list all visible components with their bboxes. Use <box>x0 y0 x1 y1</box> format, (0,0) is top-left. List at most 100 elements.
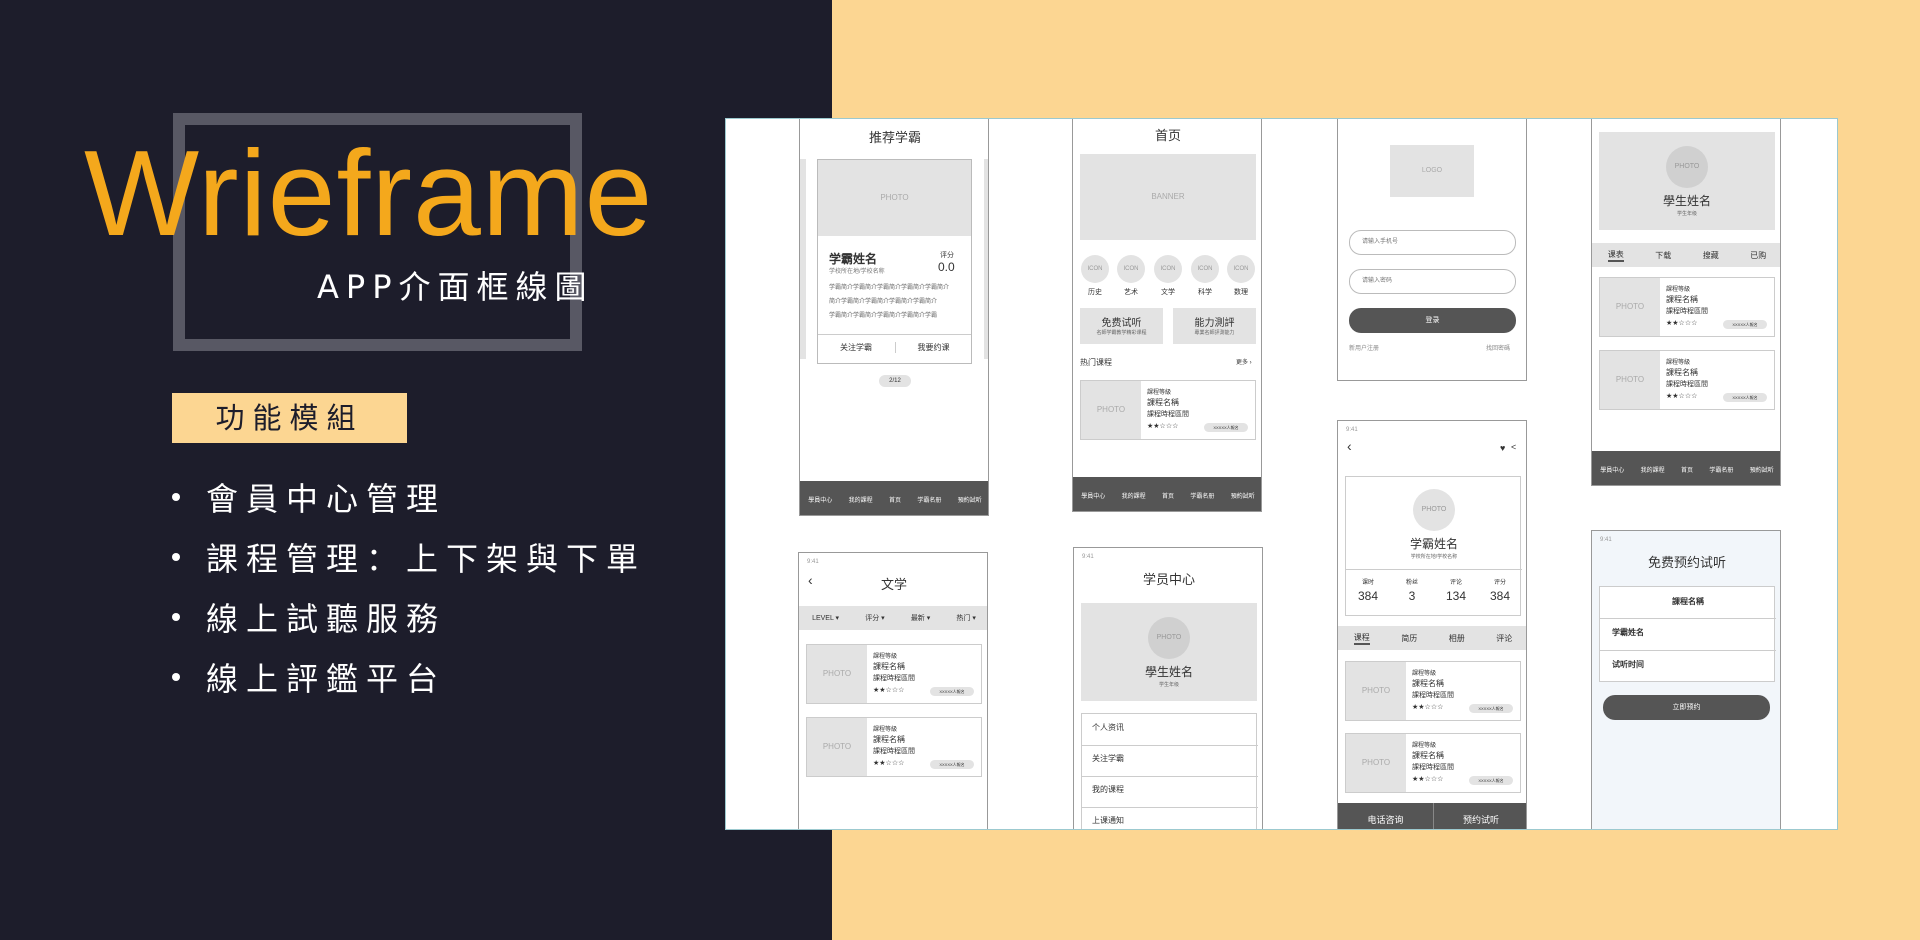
course-name-field[interactable]: 課程名稱 <box>1600 596 1776 607</box>
book-button[interactable]: 我要约课 <box>895 342 971 353</box>
course-card[interactable]: PHOTO 課程等級 課程名稱 課程時程區間 ★★☆☆☆ XXXXX人報名 <box>1599 277 1775 337</box>
tab-item[interactable]: 首页 <box>1681 465 1693 474</box>
screen-xueba-profile: 9:41 ‹ ♥ < PHOTO 学霸姓名 学校所在地/学校名称 课时 384 … <box>1337 420 1527 829</box>
call-button[interactable]: 电话咨询 <box>1338 803 1433 829</box>
tab-item[interactable]: 首页 <box>1162 491 1174 500</box>
screen-recommend: 推荐学霸 PHOTO 学霸姓名 学校所在地/学校名称 评分 0.0 学霸简介学霸… <box>799 119 989 516</box>
tab-bar: 學員中心 我的課程 首页 学霸名册 預約試听 <box>1592 451 1780 485</box>
tab-item[interactable]: 学霸名册 <box>1709 465 1733 474</box>
tab-album[interactable]: 相册 <box>1449 633 1465 644</box>
screen-title: 学员中心 <box>1142 572 1195 587</box>
category-icon[interactable]: ICON <box>1117 255 1145 283</box>
course-name: 課程名稱 <box>1412 751 1444 760</box>
bullet-icon <box>172 493 180 501</box>
tab-item[interactable]: 我的課程 <box>849 495 873 504</box>
phone-input[interactable]: 请输入手机号 <box>1349 230 1516 255</box>
divider <box>1082 776 1258 777</box>
screen-student: PHOTO 學生姓名 学生年级 课表 下载 搜藏 已购 PHOTO 課程等級 課… <box>1591 119 1781 486</box>
side-card-left <box>800 159 806 359</box>
avatar: PHOTO <box>1148 617 1190 659</box>
tab-purchased[interactable]: 已购 <box>1750 250 1766 261</box>
category-icon[interactable]: ICON <box>1154 255 1182 283</box>
course-duration: 課程時程區間 <box>1412 764 1454 771</box>
menu-item-profile[interactable]: 个人资讯 <box>1092 722 1124 733</box>
photo-placeholder: PHOTO <box>1600 351 1660 409</box>
course-name: 課程名稱 <box>1666 295 1698 304</box>
photo-placeholder: PHOTO <box>1346 734 1406 792</box>
screen-title: 文学 <box>880 577 907 592</box>
xueba-name: 学霸姓名 <box>829 252 878 266</box>
book-trial-button[interactable]: 预约试听 <box>1433 803 1526 829</box>
tab-item[interactable]: 預約試听 <box>1750 465 1774 474</box>
category-icon[interactable]: ICON <box>1081 255 1109 283</box>
screen-literature: 9:41 ‹ 文学 LEVEL ▾ 评分 ▾ 最新 ▾ 热门 ▾ PHOTO 課… <box>798 552 988 829</box>
tab-download[interactable]: 下载 <box>1655 250 1671 261</box>
hero-title: Wrieframe <box>84 125 654 261</box>
category-icon[interactable]: ICON <box>1191 255 1219 283</box>
filter-level[interactable]: LEVEL ▾ <box>812 614 839 622</box>
course-card[interactable]: PHOTO 課程等級 課程名稱 課程時程區間 ★★☆☆☆ XXXXX人報名 <box>806 717 982 777</box>
screen-login: LOGO 请输入手机号 请输入密码 登录 新用户注册 找回密碼 <box>1337 119 1527 381</box>
free-trial-card[interactable]: 免费试听 名師学霸教学精彩课程 <box>1080 308 1163 344</box>
tab-item[interactable]: 我的課程 <box>1122 491 1146 500</box>
screen-title: 推荐学霸 <box>868 130 921 145</box>
tab-item[interactable]: 學員中心 <box>1600 465 1624 474</box>
filter-rating[interactable]: 评分 ▾ <box>865 613 884 623</box>
student-name: 學生姓名 <box>1662 194 1711 208</box>
bullet-icon <box>172 673 180 681</box>
menu-item-notify[interactable]: 上课通知 <box>1092 815 1124 826</box>
course-card[interactable]: PHOTO 課程等級 課程名稱 課程時程區間 ★★☆☆☆ XXXXX人報名 <box>1080 380 1256 440</box>
menu-item-follow[interactable]: 关注学霸 <box>1092 753 1124 764</box>
course-card[interactable]: PHOTO 課程等級 課程名稱 課程時程區間 ★★☆☆☆ XXXXX人報名 <box>806 644 982 704</box>
screen-member-center: 9:41 学员中心 PHOTO 學生姓名 学生年级 个人资讯 关注学霸 我的课程… <box>1073 547 1263 829</box>
login-button[interactable]: 登录 <box>1349 308 1516 333</box>
divider <box>1346 569 1522 570</box>
filter-latest[interactable]: 最新 ▾ <box>911 613 930 623</box>
screen-title: 首页 <box>1154 128 1181 143</box>
tab-courses[interactable]: 课程 <box>1353 632 1370 645</box>
register-link[interactable]: 新用户注册 <box>1349 343 1379 352</box>
share-icon[interactable]: < <box>1511 442 1516 452</box>
heart-icon[interactable]: ♥ <box>1500 443 1505 453</box>
follow-button[interactable]: 关注学霸 <box>818 342 894 353</box>
ability-sub: 專業名師評測能力 <box>1194 330 1235 336</box>
score-label: 评分 <box>940 252 954 259</box>
password-input[interactable]: 请输入密码 <box>1349 269 1516 294</box>
photo-placeholder: PHOTO <box>807 718 867 776</box>
tab-item[interactable]: 首页 <box>889 495 901 504</box>
submit-button[interactable]: 立即预约 <box>1603 695 1770 720</box>
tab-item[interactable]: 學員中心 <box>1081 491 1105 500</box>
category-label: 历史 <box>1088 289 1102 296</box>
tab-item[interactable]: 学霸名册 <box>917 495 941 504</box>
tab-item[interactable]: 学霸名册 <box>1190 491 1214 500</box>
more-link[interactable]: 更多 › <box>1236 357 1252 366</box>
filter-popular[interactable]: 热门 ▾ <box>956 613 975 623</box>
course-card[interactable]: PHOTO 課程等級 課程名稱 課程時程區間 ★★☆☆☆ XXXXX人報名 <box>1345 661 1521 721</box>
course-card[interactable]: PHOTO 課程等級 課程名稱 課程時程區間 ★★☆☆☆ XXXXX人報名 <box>1345 733 1521 793</box>
tab-favorites[interactable]: 搜藏 <box>1703 250 1719 261</box>
back-icon[interactable]: ‹ <box>1347 438 1352 454</box>
tab-resume[interactable]: 简历 <box>1401 633 1417 644</box>
feature-item: 會員中心管理 <box>172 476 646 536</box>
ability-card[interactable]: 能力測評 專業名師評測能力 <box>1173 308 1256 344</box>
xueba-name-field[interactable]: 学霸姓名 <box>1612 627 1644 638</box>
hot-courses-heading: 热门课程 <box>1080 358 1112 367</box>
category-label: 科学 <box>1198 289 1212 296</box>
category-icon[interactable]: ICON <box>1227 255 1255 283</box>
photo-placeholder: PHOTO <box>818 160 971 236</box>
tab-item[interactable]: 預約試听 <box>958 495 982 504</box>
tab-reviews[interactable]: 评论 <box>1496 633 1512 644</box>
course-name: 課程名稱 <box>1666 368 1698 377</box>
intro-line: 简介学霸简介学霸简介学霸简介学霸简介 <box>829 299 938 305</box>
tab-item[interactable]: 我的課程 <box>1641 465 1665 474</box>
menu-item-courses[interactable]: 我的课程 <box>1092 784 1124 795</box>
tab-item[interactable]: 學員中心 <box>808 495 832 504</box>
star-rating: ★★☆☆☆ <box>1666 320 1698 327</box>
category-label: 数理 <box>1234 289 1248 296</box>
tab-schedule[interactable]: 课表 <box>1607 249 1624 262</box>
course-card[interactable]: PHOTO 課程等級 課程名稱 課程時程區間 ★★☆☆☆ XXXXX人報名 <box>1599 350 1775 410</box>
tab-item[interactable]: 預約試听 <box>1231 491 1255 500</box>
forgot-link[interactable]: 找回密碼 <box>1486 343 1510 352</box>
reserve-badge: XXXXX人報名 <box>930 760 974 769</box>
trial-time-field[interactable]: 试听时间 <box>1612 659 1644 670</box>
